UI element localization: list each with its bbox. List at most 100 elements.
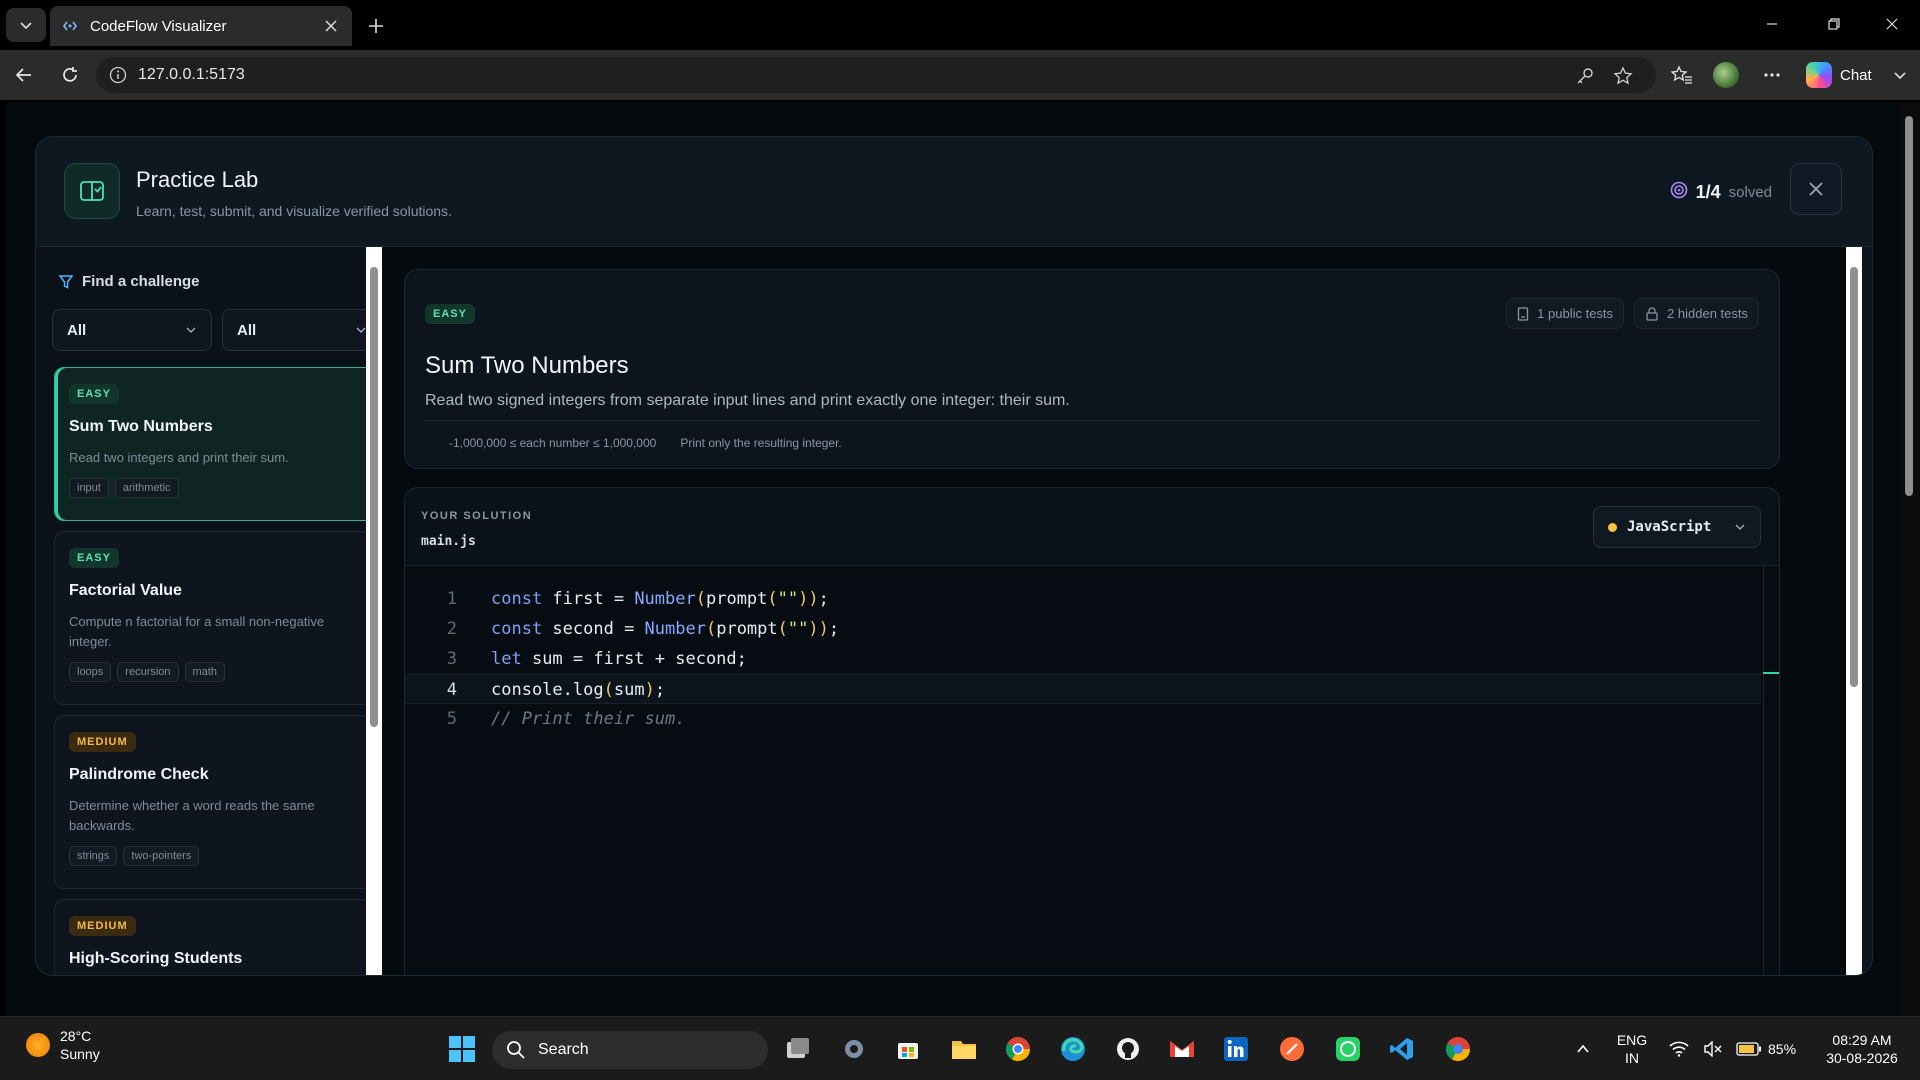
profile-avatar[interactable] <box>1710 59 1742 91</box>
sun-icon <box>26 1033 50 1057</box>
language-label: JavaScript <box>1627 519 1712 535</box>
code-line[interactable]: 3 let sum = first + second; <box>405 644 1761 674</box>
volume-muted-icon[interactable] <box>1698 1031 1728 1067</box>
site-info-icon[interactable] <box>108 65 128 85</box>
difficulty-filter-value: All <box>67 321 87 339</box>
code-line[interactable]: 1 const first = Number(prompt("")); <box>405 584 1761 614</box>
sidebar-scrollbar[interactable] <box>366 247 382 975</box>
address-bar[interactable]: 127.0.0.1:5173 <box>96 57 1656 93</box>
public-tests-label: 1 public tests <box>1537 306 1614 321</box>
linkedin-icon[interactable] <box>1218 1031 1254 1067</box>
topic-filter-select[interactable]: All <box>222 309 366 351</box>
github-icon[interactable] <box>1110 1031 1146 1067</box>
line-number: 2 <box>446 619 457 639</box>
challenge-card[interactable]: MEDIUM High-Scoring Students <box>54 899 366 975</box>
editor-overview-ruler <box>1763 566 1779 975</box>
close-window-icon[interactable] <box>1872 8 1912 40</box>
windows-start-icon[interactable] <box>444 1031 480 1067</box>
tag: loops <box>69 662 112 682</box>
chrome-profile-icon[interactable] <box>1440 1031 1476 1067</box>
language-dot-icon <box>1608 522 1617 532</box>
new-tab-plus-icon[interactable] <box>362 12 390 40</box>
whatsapp-icon[interactable] <box>1330 1031 1366 1067</box>
page-viewport: Practice Lab Learn, test, submit, and vi… <box>6 102 1902 1016</box>
solved-count: 1/4 <box>1695 182 1721 202</box>
battery-icon <box>1736 1042 1761 1056</box>
code-line[interactable]: 2 const second = Number(prompt("")); <box>405 614 1761 644</box>
microsoft-store-icon[interactable] <box>890 1031 926 1067</box>
postman-icon[interactable] <box>1274 1031 1310 1067</box>
favorites-icon[interactable] <box>1666 59 1698 91</box>
public-tests-chip: 1 public tests <box>1506 298 1625 329</box>
hidden-tests-chip: 2 hidden tests <box>1634 298 1759 329</box>
code-line-text[interactable]: const first = Number(prompt("")); <box>491 584 829 614</box>
challenge-card[interactable]: EASY Factorial Value Compute n factorial… <box>54 531 366 705</box>
line-number: 4 <box>446 680 457 700</box>
minimize-icon[interactable] <box>1752 8 1792 40</box>
challenge-sidebar: Find a challenge All All EASY Sum Two Nu… <box>36 247 366 975</box>
book-icon <box>64 163 120 219</box>
favorite-star-icon[interactable] <box>1612 65 1634 87</box>
challenge-description: Determine whether a word reads the same … <box>69 798 315 833</box>
code-line-text[interactable]: console.log(sum); <box>491 675 665 703</box>
clock[interactable]: 08:29 AM 30-08-2026 <box>1812 1031 1912 1067</box>
constraint-output: Print only the resulting integer. <box>680 436 842 450</box>
code-line-current[interactable]: 4 console.log(sum); <box>405 674 1761 704</box>
close-modal-button[interactable] <box>1790 163 1842 215</box>
code-line-text[interactable]: const second = Number(prompt("")); <box>491 614 839 644</box>
language-select[interactable]: JavaScript <box>1593 506 1761 548</box>
reload-icon[interactable] <box>54 59 86 91</box>
gmail-icon[interactable] <box>1164 1031 1200 1067</box>
code-line-text[interactable]: // Print their sum. <box>491 704 685 734</box>
page-scrollbar-thumb[interactable] <box>1905 116 1913 496</box>
tag-list: input arithmetic <box>69 478 366 498</box>
settings-gear-icon[interactable] <box>836 1031 872 1067</box>
lock-icon <box>1646 306 1658 321</box>
challenge-title: Palindrome Check <box>69 766 209 783</box>
password-key-icon[interactable] <box>1574 65 1596 87</box>
solved-label: solved <box>1728 184 1772 201</box>
code-line-text[interactable]: let sum = first + second; <box>491 644 747 674</box>
show-hidden-icons-chevron-icon[interactable] <box>1568 1031 1598 1067</box>
battery-indicator[interactable]: 85% <box>1736 1031 1812 1067</box>
challenge-card[interactable]: EASY Sum Two Numbers Read two integers a… <box>54 367 366 521</box>
taskbar-search[interactable]: Search <box>492 1031 768 1069</box>
tab-actions-chevron-icon[interactable] <box>6 8 46 42</box>
more-options-icon[interactable] <box>1756 59 1788 91</box>
sidebar-scrollbar-thumb[interactable] <box>370 267 378 727</box>
file-explorer-icon[interactable] <box>946 1031 982 1067</box>
tag: recursion <box>117 662 179 682</box>
page-subtitle: Learn, test, submit, and visualize verif… <box>136 203 452 219</box>
tag: arithmetic <box>114 478 179 498</box>
task-view-icon[interactable] <box>780 1031 816 1067</box>
difficulty-filter-select[interactable]: All <box>52 309 212 351</box>
document-icon <box>1518 306 1529 321</box>
page-scrollbar[interactable] <box>1900 102 1920 1016</box>
filename: main.js <box>421 534 476 549</box>
tab-title: CodeFlow Visualizer <box>90 17 227 35</box>
main-scrollbar[interactable] <box>1846 247 1862 975</box>
input-language[interactable]: ENG IN <box>1612 1031 1652 1067</box>
url-text: 127.0.0.1:5173 <box>138 66 245 83</box>
clock-time: 08:29 AM <box>1832 1032 1892 1048</box>
challenge-title: Sum Two Numbers <box>69 418 213 435</box>
chevron-down-icon[interactable] <box>1884 59 1916 91</box>
active-tab[interactable]: CodeFlow Visualizer <box>50 6 352 46</box>
cursor-marker <box>1763 672 1779 674</box>
copilot-chat-button[interactable]: Chat <box>1800 59 1878 91</box>
edge-icon[interactable] <box>1055 1031 1091 1067</box>
tab-close-icon[interactable] <box>322 17 340 35</box>
search-icon <box>507 1041 525 1059</box>
back-arrow-icon[interactable] <box>8 59 40 91</box>
weather-widget[interactable]: 28°C Sunny <box>26 1027 100 1063</box>
code-area[interactable]: 1 const first = Number(prompt("")); 2 co… <box>405 584 1761 734</box>
code-line[interactable]: 5 // Print their sum. <box>405 704 1761 734</box>
wifi-icon[interactable] <box>1664 1031 1694 1067</box>
vscode-icon[interactable] <box>1384 1031 1420 1067</box>
challenge-card[interactable]: MEDIUM Palindrome Check Determine whethe… <box>54 715 366 889</box>
challenge-title: Factorial Value <box>69 582 182 599</box>
main-scrollbar-thumb[interactable] <box>1850 267 1858 687</box>
restore-icon[interactable] <box>1814 8 1854 40</box>
chrome-icon[interactable] <box>1000 1031 1036 1067</box>
search-label: Search <box>538 1041 589 1058</box>
